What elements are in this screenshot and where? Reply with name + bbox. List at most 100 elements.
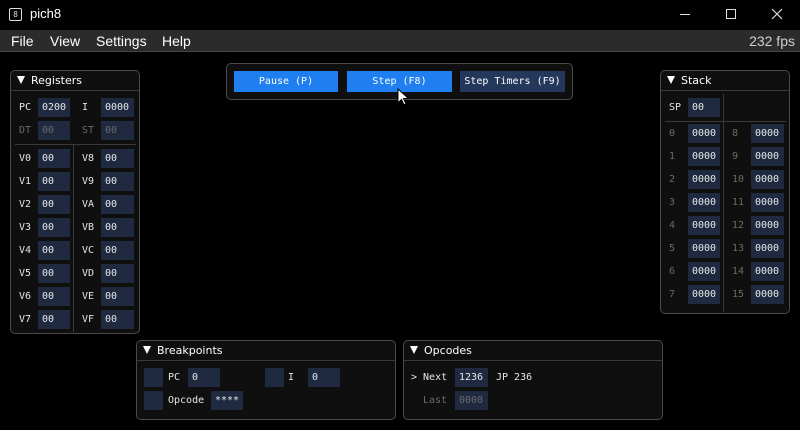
stack-value-field[interactable]: 0000	[751, 124, 784, 143]
stack-value-field[interactable]: 0000	[688, 262, 720, 281]
registers-value-field[interactable]: 00	[38, 172, 70, 191]
stack-value-field[interactable]: 0000	[751, 285, 784, 304]
close-icon	[771, 8, 783, 20]
divider	[723, 94, 724, 312]
stack-label: 1	[669, 151, 676, 162]
registers-label: VC	[82, 245, 95, 256]
last-opcode-field[interactable]: 0000	[455, 391, 488, 410]
pc-breakpoint-checkbox[interactable]	[144, 368, 163, 387]
st-field[interactable]: 00	[101, 121, 134, 140]
stack-value-field[interactable]: 0000	[688, 124, 720, 143]
stack-value-field[interactable]: 0000	[688, 147, 720, 166]
stack-value-field[interactable]: 0000	[751, 170, 784, 189]
pause-button[interactable]: Pause (P)	[234, 71, 338, 92]
i-label: I	[82, 102, 89, 113]
registers-value-field[interactable]: 00	[38, 264, 70, 283]
opcode-breakpoint-checkbox[interactable]	[144, 391, 163, 410]
stack-label: 5	[669, 243, 676, 254]
menu-view[interactable]: View	[50, 33, 80, 49]
stack-label: 12	[732, 220, 745, 231]
registers-value-field[interactable]: 00	[101, 172, 134, 191]
registers-label: VF	[82, 314, 95, 325]
dt-field[interactable]: 00	[38, 121, 70, 140]
close-button[interactable]	[754, 0, 800, 30]
app-icon: 8	[9, 8, 22, 21]
registers-label: V5	[19, 268, 32, 279]
stack-label: 3	[669, 197, 676, 208]
stack-label: 9	[732, 151, 739, 162]
stack-label: 10	[732, 174, 745, 185]
menu-help[interactable]: Help	[162, 33, 191, 49]
bp-pc-field[interactable]: 0	[188, 368, 220, 387]
stack-value-field[interactable]: 0000	[688, 285, 720, 304]
registers-value-field[interactable]: 00	[38, 287, 70, 306]
bp-opcode-label: Opcode	[168, 395, 205, 406]
registers-value-field[interactable]: 00	[101, 310, 134, 329]
opcodes-header[interactable]: Opcodes	[404, 341, 662, 359]
bp-opcode-field[interactable]: ****	[211, 391, 243, 410]
stack-panel: Stack SP 00 0 0000 8 0000 1 0000 9 0000 2 0000 10 0…	[660, 70, 790, 314]
collapse-triangle-icon	[143, 346, 151, 354]
divider	[665, 121, 786, 122]
stack-value-field[interactable]: 0000	[751, 147, 784, 166]
stack-value-field[interactable]: 0000	[688, 239, 720, 258]
stack-value-field[interactable]: 0000	[688, 216, 720, 235]
registers-value-field[interactable]: 00	[101, 241, 134, 260]
st-label: ST	[82, 125, 95, 136]
stack-value-field[interactable]: 0000	[688, 193, 720, 212]
minimize-icon	[680, 14, 690, 15]
collapse-triangle-icon	[17, 76, 25, 84]
registers-value-field[interactable]: 00	[101, 149, 134, 168]
divider	[404, 360, 662, 361]
stack-label: 2	[669, 174, 676, 185]
menu-settings[interactable]: Settings	[96, 33, 147, 49]
stack-title: Stack	[681, 74, 712, 87]
registers-value-field[interactable]: 00	[38, 218, 70, 237]
stack-value-field[interactable]: 0000	[751, 216, 784, 235]
registers-header[interactable]: Registers	[11, 71, 139, 89]
registers-value-field[interactable]: 00	[101, 195, 134, 214]
pc-field[interactable]: 0200	[38, 98, 70, 117]
next-opcode-label: > Next	[411, 372, 448, 383]
registers-label: VA	[82, 199, 95, 210]
registers-value-field[interactable]: 00	[101, 264, 134, 283]
registers-label: V4	[19, 245, 32, 256]
registers-value-field[interactable]: 00	[101, 287, 134, 306]
pc-label: PC	[19, 102, 32, 113]
sp-field[interactable]: 00	[688, 98, 720, 117]
next-opcode-field[interactable]: 1236	[455, 368, 488, 387]
stack-label: 8	[732, 128, 739, 139]
registers-value-field[interactable]: 00	[101, 218, 134, 237]
bp-i-field[interactable]: 0	[308, 368, 340, 387]
menu-file[interactable]: File	[11, 33, 34, 49]
registers-label: VD	[82, 268, 95, 279]
breakpoints-header[interactable]: Breakpoints	[137, 341, 395, 359]
maximize-button[interactable]	[708, 0, 754, 30]
stack-value-field[interactable]: 0000	[688, 170, 720, 189]
menu-bar: File View Settings Help 232 fps	[0, 30, 800, 52]
window-titlebar: 8 pich8	[0, 0, 800, 30]
registers-value-field[interactable]: 00	[38, 149, 70, 168]
stack-value-field[interactable]: 0000	[751, 193, 784, 212]
breakpoints-title: Breakpoints	[157, 344, 223, 357]
stack-value-field[interactable]: 0000	[751, 239, 784, 258]
i-field[interactable]: 0000	[101, 98, 134, 117]
registers-value-field[interactable]: 00	[38, 195, 70, 214]
minimize-button[interactable]	[662, 0, 708, 30]
registers-value-field[interactable]: 00	[38, 241, 70, 260]
next-opcode-disasm: JP 236	[496, 372, 533, 383]
registers-value-field[interactable]: 00	[38, 310, 70, 329]
opcodes-panel: Opcodes > Next 1236 JP 236 Last 0000	[403, 340, 663, 420]
registers-label: V0	[19, 153, 32, 164]
stack-label: 0	[669, 128, 676, 139]
registers-title: Registers	[31, 74, 83, 87]
stack-value-field[interactable]: 0000	[751, 262, 784, 281]
i-breakpoint-checkbox[interactable]	[265, 368, 284, 387]
stack-header[interactable]: Stack	[661, 71, 789, 89]
mouse-cursor-icon	[397, 88, 410, 106]
step-timers-button[interactable]: Step Timers (F9)	[460, 71, 565, 92]
divider	[73, 144, 74, 332]
stack-label: 4	[669, 220, 676, 231]
opcodes-title: Opcodes	[424, 344, 472, 357]
window-title: pich8	[30, 6, 62, 21]
